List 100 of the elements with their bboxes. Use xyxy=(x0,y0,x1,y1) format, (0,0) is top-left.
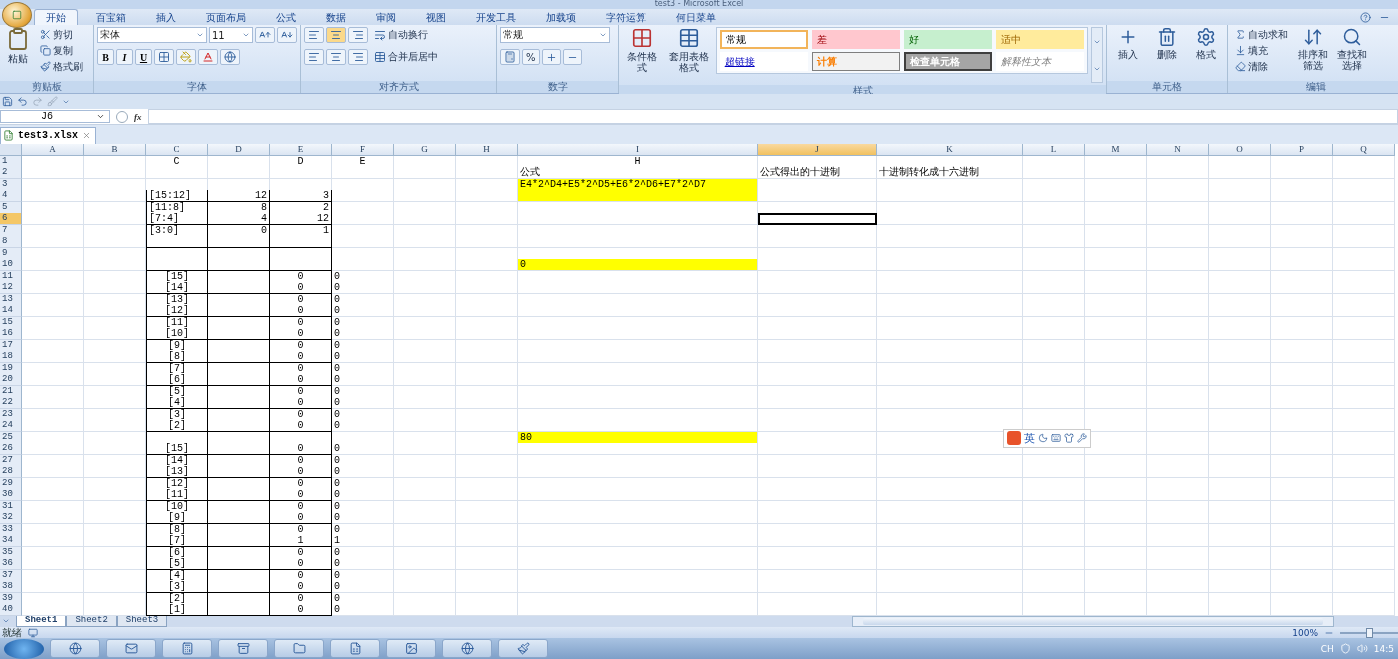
taskbar-button[interactable] xyxy=(498,639,548,659)
workbook-tab[interactable]: test3.xlsx xyxy=(0,126,96,144)
row-header[interactable]: 22 xyxy=(0,397,22,410)
row-header[interactable]: 28 xyxy=(0,466,22,479)
table-cell: 0 xyxy=(332,466,394,479)
help-icon xyxy=(1360,11,1371,23)
align-top-button[interactable] xyxy=(304,27,324,44)
merge-center-button[interactable]: 合并后居中 xyxy=(370,49,442,66)
taskbar-button[interactable] xyxy=(162,639,212,659)
taskbar-button[interactable] xyxy=(442,639,492,659)
zoom-slider[interactable] xyxy=(1340,627,1398,638)
find-select-button[interactable]: 查找和选择 xyxy=(1334,27,1370,72)
insert-function-button[interactable]: fx xyxy=(128,111,148,122)
formula-input[interactable] xyxy=(147,109,1398,125)
currency-button[interactable] xyxy=(500,49,520,66)
row-header[interactable]: 14 xyxy=(0,305,22,318)
ribbon-button[interactable]: 自动求和 xyxy=(1231,27,1292,43)
font-size-dropdown[interactable]: 11 xyxy=(209,27,253,44)
wrap-text-button[interactable]: 自动换行 xyxy=(370,27,432,44)
row-header[interactable]: 16 xyxy=(0,328,22,341)
start-button[interactable] xyxy=(4,638,44,659)
ribbon-tab[interactable]: 开发工具 xyxy=(464,9,528,26)
align-left-button[interactable] xyxy=(304,49,324,66)
ribbon-tab[interactable]: 加载项 xyxy=(534,9,588,26)
sheet-tab[interactable]: Sheet2 xyxy=(66,615,117,627)
row-header[interactable]: 12 xyxy=(0,282,22,295)
row-header[interactable]: 10 xyxy=(0,259,22,272)
ribbon-tab[interactable]: 百宝箱 xyxy=(84,9,138,26)
grow-font-button[interactable] xyxy=(255,27,275,44)
align-right-button[interactable] xyxy=(348,49,368,66)
row-header[interactable]: 18 xyxy=(0,351,22,364)
align-bottom-button[interactable] xyxy=(348,27,368,44)
font-name-dropdown[interactable]: 宋体 xyxy=(97,27,207,44)
cell-style[interactable]: 解释性文本 xyxy=(995,52,1084,72)
ribbon-button[interactable]: 填充 xyxy=(1231,43,1292,59)
row-header[interactable]: 2 xyxy=(0,167,22,180)
cell-style[interactable]: 好 xyxy=(903,30,992,50)
sheet-tab[interactable]: Sheet1 xyxy=(16,615,67,627)
table-cell: [8] xyxy=(146,351,208,364)
row-header[interactable]: 4 xyxy=(0,190,22,203)
format-button[interactable]: I xyxy=(116,49,133,66)
ribbon-tab[interactable]: 插入 xyxy=(144,9,188,26)
ribbon-button[interactable]: 格式 xyxy=(1188,27,1224,61)
cell-style[interactable]: 超链接 xyxy=(719,52,808,72)
format-button[interactable]: U xyxy=(135,49,152,66)
ribbon-tab[interactable]: 视图 xyxy=(414,9,458,26)
taskbar-button[interactable] xyxy=(50,639,100,659)
ribbon-button[interactable]: 剪切 xyxy=(36,27,87,43)
taskbar-button[interactable] xyxy=(274,639,324,659)
row-header[interactable]: 32 xyxy=(0,512,22,525)
ribbon-button[interactable]: 插入 xyxy=(1110,27,1146,61)
ribbon-button[interactable]: 复制 xyxy=(36,43,87,59)
table-cell: [1] xyxy=(146,604,208,617)
row-header[interactable]: 26 xyxy=(0,443,22,456)
row-header[interactable]: 40 xyxy=(0,604,22,617)
shrink-font-button[interactable] xyxy=(277,27,297,44)
gallery-scrollbar[interactable] xyxy=(1090,27,1103,84)
taskbar-button[interactable] xyxy=(218,639,268,659)
ribbon-tab[interactable]: 开始 xyxy=(34,9,78,26)
ribbon-button[interactable]: 删除 xyxy=(1149,27,1185,61)
cell-style[interactable]: 常规 xyxy=(719,30,808,50)
paste-button[interactable]: 粘贴 xyxy=(3,27,33,65)
cell-style[interactable]: 差 xyxy=(811,30,900,50)
increase-decimal-button[interactable] xyxy=(541,49,561,66)
ribbon-tab[interactable]: 数据 xyxy=(314,9,358,26)
conditional-format-button[interactable]: 条件格式 xyxy=(622,27,662,74)
row-header[interactable]: 8 xyxy=(0,236,22,249)
taskbar-button[interactable] xyxy=(106,639,156,659)
row-header[interactable]: 24 xyxy=(0,420,22,433)
row-header[interactable]: 20 xyxy=(0,374,22,387)
fill-color-button[interactable] xyxy=(176,49,196,66)
percent-button[interactable]: % xyxy=(522,49,540,66)
taskbar-button[interactable] xyxy=(330,639,380,659)
row-header[interactable]: 36 xyxy=(0,558,22,571)
phonetic-button[interactable] xyxy=(220,49,240,66)
font-color-button[interactable] xyxy=(198,49,218,66)
row-header[interactable]: 6 xyxy=(0,213,22,226)
ribbon-tab[interactable]: 审阅 xyxy=(364,9,408,26)
sheet-tab[interactable]: Sheet3 xyxy=(116,615,168,627)
ribbon-tab[interactable]: 公式 xyxy=(264,9,308,26)
ribbon-tab[interactable]: 字符运算 xyxy=(594,9,658,26)
number-format-dropdown[interactable]: 常规 xyxy=(500,27,610,44)
sort-filter-button[interactable]: 排序和筛选 xyxy=(1295,27,1331,72)
ribbon-button[interactable]: 清除 xyxy=(1231,59,1292,75)
ribbon-button[interactable]: 格式刷 xyxy=(36,59,87,75)
table-format-button[interactable]: 套用表格格式 xyxy=(664,27,713,74)
horizontal-scrollbar[interactable] xyxy=(852,615,1334,627)
format-button[interactable]: B xyxy=(97,49,114,66)
row-header[interactable]: 30 xyxy=(0,489,22,502)
align-center-button[interactable] xyxy=(326,49,346,66)
border-button[interactable] xyxy=(154,49,174,66)
decrease-decimal-button[interactable] xyxy=(562,49,582,66)
ribbon-tab[interactable]: 何日菜单 xyxy=(664,9,728,26)
ribbon-tab[interactable]: 页面布局 xyxy=(194,9,258,26)
align-middle-button[interactable] xyxy=(326,27,346,44)
cell-style[interactable]: 适中 xyxy=(995,30,1084,50)
name-box[interactable]: J6 xyxy=(0,110,110,124)
taskbar-button[interactable] xyxy=(386,639,436,659)
row-header[interactable]: 38 xyxy=(0,581,22,594)
row-header[interactable]: 34 xyxy=(0,535,22,548)
